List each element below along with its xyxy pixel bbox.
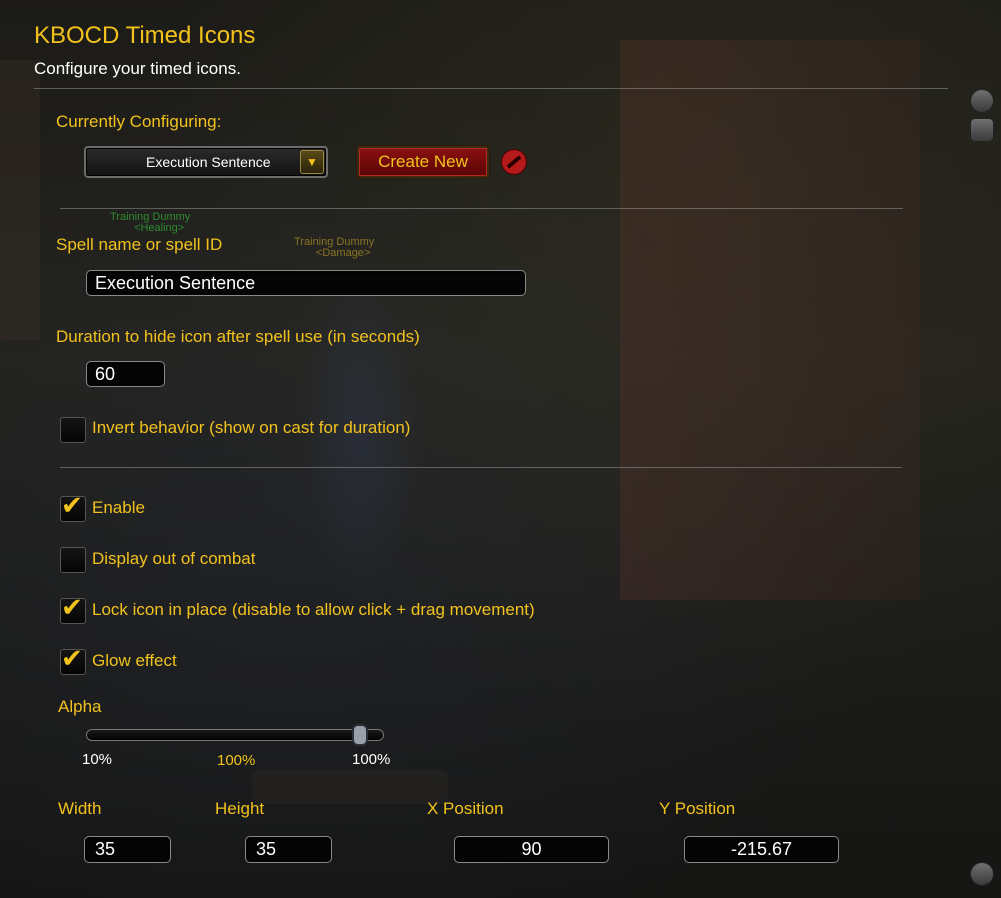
enable-checkbox[interactable]: ✔ bbox=[60, 491, 86, 522]
rune-banner bbox=[252, 770, 448, 804]
dummy-damage-tag: <Damage> bbox=[315, 247, 371, 259]
y-position-value: -215.67 bbox=[730, 839, 793, 859]
alpha-current-label: 100% bbox=[217, 752, 256, 769]
spell-name-input[interactable]: Execution Sentence bbox=[86, 270, 526, 296]
background-wall bbox=[620, 40, 920, 600]
width-label: Width bbox=[58, 799, 102, 818]
spell-name-value: Execution Sentence bbox=[95, 273, 256, 293]
scrollbar-thumb[interactable] bbox=[970, 118, 994, 142]
alpha-label: Alpha bbox=[58, 697, 102, 716]
invert-behavior-checkbox[interactable] bbox=[60, 417, 86, 443]
spell-name-label: Spell name or spell ID bbox=[56, 235, 223, 254]
y-position-label: Y Position bbox=[659, 799, 736, 818]
scroll-up-button[interactable] bbox=[970, 89, 994, 113]
x-position-label: X Position bbox=[427, 799, 504, 818]
invert-behavior-label: Invert behavior (show on cast for durati… bbox=[92, 418, 411, 437]
glow-effect-checkbox[interactable]: ✔ bbox=[60, 644, 86, 675]
x-position-value: 90 bbox=[521, 839, 542, 859]
glow-effect-label: Glow effect bbox=[92, 651, 177, 670]
dummy-healing-tag: <Healing> bbox=[134, 222, 185, 234]
display-out-of-combat-checkbox[interactable] bbox=[60, 547, 86, 573]
dummy-damage-label: Training Dummy <Damage> bbox=[294, 236, 374, 259]
height-label: Height bbox=[215, 799, 265, 818]
create-new-button[interactable]: Create New bbox=[357, 146, 489, 178]
alpha-min-label: 10% bbox=[82, 751, 113, 768]
width-value: 35 bbox=[95, 839, 116, 859]
alpha-max-label: 100% bbox=[352, 751, 391, 768]
currently-configuring-label: Currently Configuring: bbox=[56, 112, 222, 131]
page-subtitle: Configure your timed icons. bbox=[34, 59, 241, 78]
height-value: 35 bbox=[256, 839, 277, 859]
checkmark-icon: ✔ bbox=[61, 491, 83, 521]
duration-input[interactable]: 60 bbox=[86, 361, 165, 387]
delete-icon[interactable] bbox=[502, 150, 526, 174]
scroll-down-button[interactable] bbox=[970, 862, 994, 886]
duration-value: 60 bbox=[95, 364, 116, 384]
page-title: KBOCD Timed Icons bbox=[34, 22, 256, 49]
section-divider-2 bbox=[60, 467, 902, 468]
checkmark-icon: ✔ bbox=[61, 593, 83, 623]
y-position-input[interactable]: -215.67 bbox=[684, 836, 839, 863]
alpha-slider-thumb[interactable] bbox=[352, 724, 368, 746]
lock-icon-label: Lock icon in place (disable to allow cli… bbox=[92, 600, 535, 619]
dropdown-selected-value: Execution Sentence bbox=[146, 154, 271, 170]
enable-label: Enable bbox=[92, 498, 145, 517]
width-input[interactable]: 35 bbox=[84, 836, 171, 863]
display-out-of-combat-label: Display out of combat bbox=[92, 549, 256, 568]
header-divider bbox=[34, 88, 948, 89]
lock-icon-checkbox[interactable]: ✔ bbox=[60, 593, 86, 624]
background-pillar bbox=[0, 60, 40, 340]
checkmark-icon: ✔ bbox=[61, 644, 83, 674]
x-position-input[interactable]: 90 bbox=[454, 836, 609, 863]
chevron-down-icon[interactable]: ▼ bbox=[300, 150, 324, 174]
section-divider-1 bbox=[60, 208, 903, 209]
height-input[interactable]: 35 bbox=[245, 836, 332, 863]
alpha-slider[interactable] bbox=[86, 729, 384, 741]
duration-label: Duration to hide icon after spell use (i… bbox=[56, 327, 420, 346]
icon-select-dropdown[interactable]: Execution Sentence ▼ bbox=[84, 146, 328, 178]
dummy-healing-label: Training Dummy <Healing> bbox=[110, 211, 190, 234]
